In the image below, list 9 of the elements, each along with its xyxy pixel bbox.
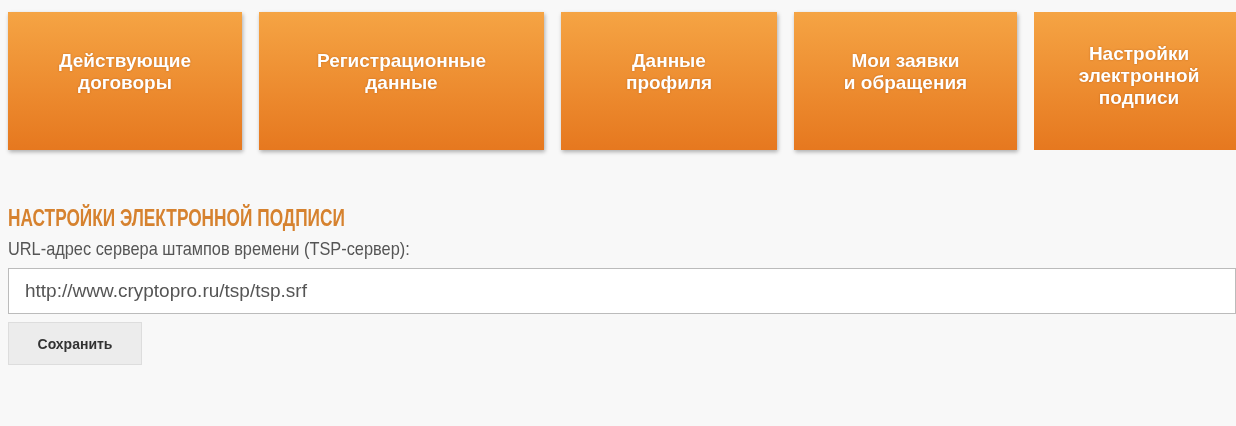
tab[interactable]: Действующие договоры — [8, 12, 242, 150]
url-field[interactable]: http://www.cryptopro.ru/tsp/tsp.srf — [8, 268, 1236, 314]
field-label: URL-адрес сервера штампов времени (TSP-сервер): — [8, 238, 410, 260]
section-title: НАСТРОЙКИ ЭЛЕКТРОННОЙ ПОДПИСИ — [8, 204, 345, 232]
tab[interactable]: Настройки электронной подписи — [1034, 12, 1236, 150]
tab[interactable]: Регистрационные данные — [259, 12, 544, 150]
tab[interactable]: Мои заявки и обращения — [794, 12, 1017, 150]
tab[interactable]: Данные профиля — [561, 12, 777, 150]
save-button[interactable]: Сохранить — [8, 322, 142, 365]
